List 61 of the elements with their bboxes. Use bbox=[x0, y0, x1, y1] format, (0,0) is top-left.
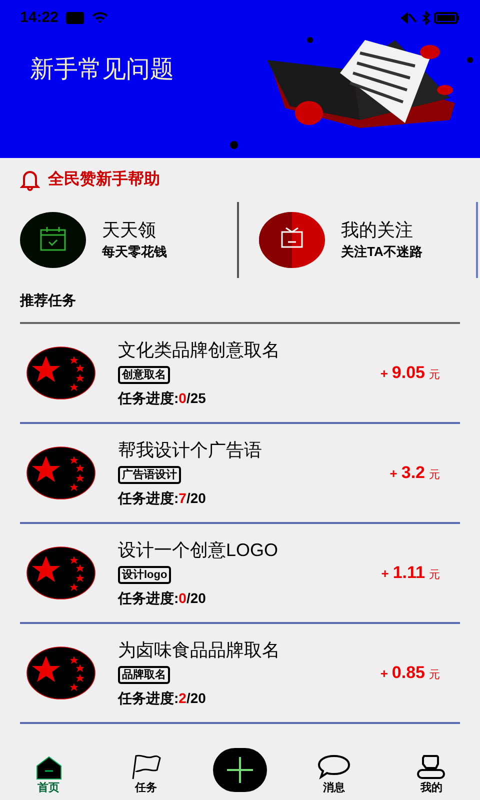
progress-done: 0 bbox=[178, 388, 186, 408]
gift-icon bbox=[259, 212, 325, 268]
section-title: 推荐任务 bbox=[18, 291, 77, 310]
progress-label: 任务进度: bbox=[118, 388, 179, 408]
plus-sign: + bbox=[390, 465, 398, 484]
tab-item[interactable]: 首页 bbox=[18, 756, 79, 796]
bluetooth-icon bbox=[422, 11, 430, 25]
shortcut-title: 天天领 bbox=[102, 219, 157, 242]
task-title: 文化类品牌创意取名 bbox=[118, 338, 281, 362]
task-title: 为卤味食品品牌取名 bbox=[118, 638, 281, 662]
currency-unit: 元 bbox=[429, 568, 440, 584]
star-logo-icon bbox=[26, 646, 96, 700]
mute-icon bbox=[400, 12, 418, 24]
flag-icon bbox=[130, 754, 162, 780]
shortcut-title: 我的关注 bbox=[341, 219, 414, 242]
add-button[interactable] bbox=[212, 748, 267, 792]
currency-unit: 元 bbox=[429, 468, 440, 484]
reward-amount: 3.2 bbox=[401, 462, 425, 484]
task-tag: 设计logo bbox=[118, 566, 172, 584]
wifi-icon bbox=[92, 12, 108, 24]
shortcut-subtitle: 关注TA不迷路 bbox=[341, 243, 422, 262]
bell-icon bbox=[20, 169, 40, 191]
star-logo-icon bbox=[26, 446, 96, 500]
progress-done: 2 bbox=[178, 688, 186, 708]
tab-item[interactable]: 我的 bbox=[401, 752, 462, 796]
plus-sign: + bbox=[380, 665, 388, 684]
reward-amount: 9.05 bbox=[392, 362, 425, 384]
banner-title: 新手常见问题 bbox=[30, 55, 174, 85]
notice-text: 全民赞新手帮助 bbox=[48, 169, 160, 190]
progress-total: /20 bbox=[186, 588, 206, 608]
task-title: 设计一个创意LOGO bbox=[118, 538, 280, 562]
currency-unit: 元 bbox=[429, 368, 440, 384]
task-tag: 创意取名 bbox=[118, 366, 170, 384]
progress-total: /20 bbox=[186, 688, 206, 708]
plus-icon bbox=[226, 757, 253, 783]
tab-item[interactable]: 消息 bbox=[304, 754, 364, 796]
progress-label: 任务进度: bbox=[118, 588, 179, 608]
progress-label: 任务进度: bbox=[118, 488, 179, 508]
progress-done: 0 bbox=[178, 588, 186, 608]
reward-amount: 1.11 bbox=[392, 562, 425, 584]
progress-total: /20 bbox=[186, 488, 206, 508]
status-time: 14:22 bbox=[20, 8, 58, 28]
task-title: 帮我设计个广告语 bbox=[118, 438, 263, 462]
progress-done: 7 bbox=[178, 488, 186, 508]
star-logo-icon bbox=[26, 546, 96, 600]
progress-total: /25 bbox=[186, 388, 206, 408]
progress-label: 任务进度: bbox=[118, 688, 179, 708]
chat-bubble-icon bbox=[317, 754, 352, 780]
shortcut-subtitle: 每天零花钱 bbox=[102, 243, 167, 262]
plus-sign: + bbox=[380, 365, 388, 384]
task-tag: 品牌取名 bbox=[118, 666, 170, 684]
calendar-icon bbox=[20, 212, 86, 268]
star-logo-icon bbox=[26, 346, 96, 400]
task-tag: 广告语设计 bbox=[118, 466, 181, 484]
notification-icon bbox=[66, 12, 84, 24]
tab-item[interactable]: 任务 bbox=[116, 754, 176, 796]
home-icon bbox=[34, 756, 63, 780]
reward-amount: 0.85 bbox=[392, 662, 425, 684]
battery-icon bbox=[434, 12, 460, 24]
plus-sign: + bbox=[381, 565, 389, 584]
currency-unit: 元 bbox=[429, 668, 440, 684]
